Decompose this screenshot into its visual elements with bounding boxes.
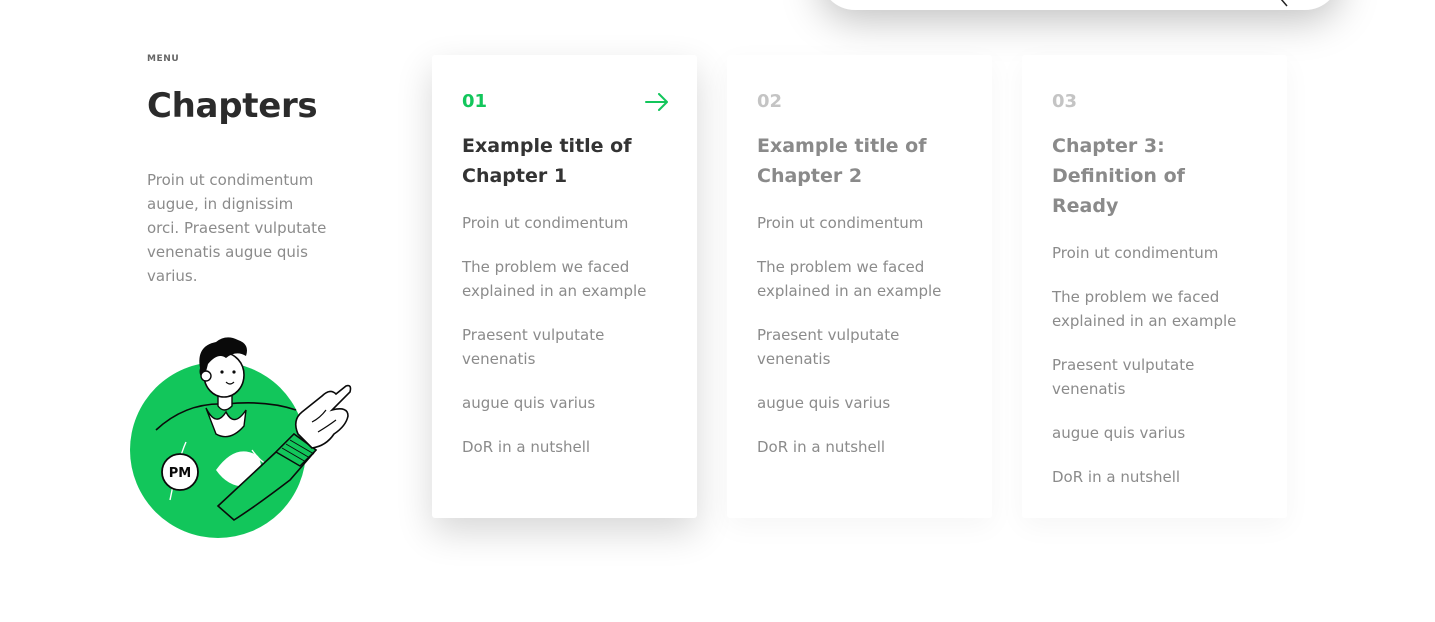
chapter-item[interactable]: The problem we faced explained in an exa… bbox=[462, 255, 667, 303]
floating-panel-edge bbox=[820, 0, 1340, 10]
chapter-number: 03 bbox=[1052, 91, 1078, 112]
page-title: Chapters bbox=[147, 86, 318, 126]
chapter-title: Example title of Chapter 1 bbox=[462, 135, 632, 187]
chapter-item[interactable]: Proin ut condimentum bbox=[1052, 241, 1257, 265]
chapter-number: 01 bbox=[462, 91, 488, 112]
chapter-item[interactable]: DoR in a nutshell bbox=[1052, 465, 1257, 489]
chapter-title: Chapter 3: Definition of Ready bbox=[1052, 135, 1185, 217]
chapter-item[interactable]: Proin ut condimentum bbox=[757, 211, 962, 235]
chapter-item[interactable]: The problem we faced explained in an exa… bbox=[1052, 285, 1257, 333]
intro-text: Proin ut condimentum augue, in dignissim… bbox=[147, 171, 327, 285]
chevron-left-icon[interactable] bbox=[1272, 0, 1292, 12]
chapter-item[interactable]: Praesent vulputate venenatis bbox=[462, 323, 667, 371]
chapter-items-list: Proin ut condimentum The problem we faced… bbox=[462, 211, 667, 459]
menu-label: MENU bbox=[147, 54, 180, 64]
chapter-item[interactable]: Praesent vulputate venenatis bbox=[1052, 353, 1257, 401]
chapter-title: Example title of Chapter 2 bbox=[757, 135, 927, 187]
chapter-item[interactable]: augue quis varius bbox=[757, 391, 962, 415]
chapter-card-02[interactable]: 02 Example title of Chapter 2 Proin ut c… bbox=[727, 55, 992, 518]
svg-text:PM: PM bbox=[169, 466, 191, 481]
chapter-items-list: Proin ut condimentum The problem we faced… bbox=[757, 211, 962, 459]
chapter-item[interactable]: DoR in a nutshell bbox=[757, 435, 962, 459]
pm-badge: PM bbox=[161, 453, 199, 491]
chapter-number: 02 bbox=[757, 91, 783, 112]
chapter-item[interactable]: The problem we faced explained in an exa… bbox=[757, 255, 962, 303]
chapter-card-03[interactable]: 03 Chapter 3: Definition of Ready Proin … bbox=[1022, 55, 1287, 518]
chapter-item[interactable]: augue quis varius bbox=[1052, 421, 1257, 445]
arrow-right-icon[interactable] bbox=[645, 93, 669, 111]
chapter-item[interactable]: augue quis varius bbox=[462, 391, 667, 415]
chapter-item[interactable]: Proin ut condimentum bbox=[462, 211, 667, 235]
chapter-item[interactable]: DoR in a nutshell bbox=[462, 435, 667, 459]
pm-character-illustration: PM bbox=[130, 337, 352, 538]
chapter-item[interactable]: Praesent vulputate venenatis bbox=[757, 323, 962, 371]
chapter-card-01[interactable]: 01 Example title of Chapter 1 Proin ut c… bbox=[432, 55, 697, 518]
chapter-items-list: Proin ut condimentum The problem we faced… bbox=[1052, 241, 1257, 489]
